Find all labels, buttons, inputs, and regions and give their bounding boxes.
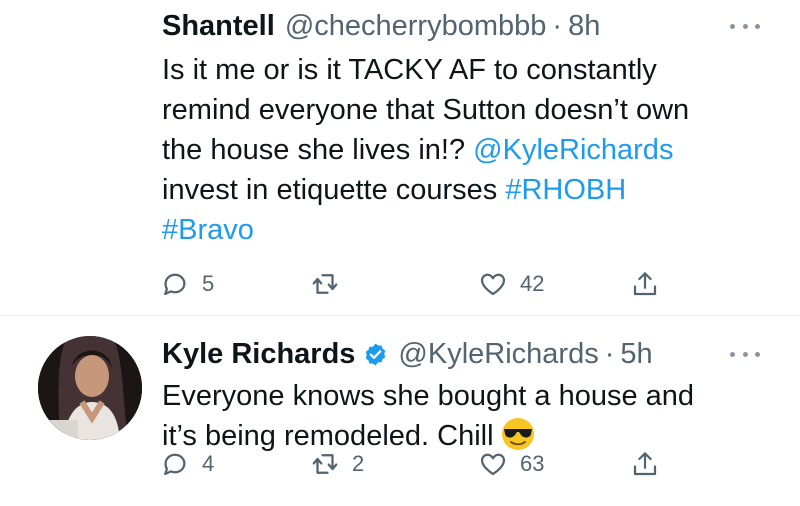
retweet-button[interactable] [310,266,352,302]
tweet-reply[interactable]: Kyle Richards @KyleRichards · 5h Everyon… [0,315,800,506]
author-handle[interactable]: @checherrybombbb [285,10,547,43]
reply-icon [164,273,186,296]
reply-button[interactable]: 4 [160,446,214,482]
action-bar: 4 2 63 [160,446,680,482]
share-button[interactable] [630,446,660,482]
more-dot [755,23,760,29]
hashtag-link[interactable]: #RHOBH [505,174,626,206]
avatar[interactable] [38,336,142,440]
author-name[interactable]: Shantell [162,10,275,43]
more-dot [730,23,735,29]
timestamp[interactable]: 8h [568,10,600,43]
separator-dot: · [604,337,615,370]
reply-icon [164,453,186,476]
more-icon[interactable] [730,16,760,36]
tweet-reply[interactable]: Shantell @checherrybombbb · 8h Is it me … [0,0,800,315]
timestamp[interactable]: 5h [620,338,652,371]
verified-badge-icon [366,343,386,365]
tweet-text-line: the house she lives in!? @KyleRichards [162,130,752,170]
tweet-text: Everyone knows she bought a house and it… [162,376,752,456]
like-count: 63 [520,451,545,476]
tweet-text-line: remind everyone that Sutton doesn’t own [162,94,690,126]
tweet-text: Is it me or is it TACKY AF to constantly… [162,50,752,250]
like-icon [480,453,506,476]
avatar-photo [38,336,142,440]
more-dot [730,351,735,357]
more-dot [742,23,748,29]
reply-count: 5 [202,271,215,296]
share-icon [633,452,657,476]
retweet-count: 2 [352,451,365,476]
more-dot [742,351,748,357]
tweet-text-line: #Bravo [162,210,752,250]
tweet-text-line: Is it me or is it TACKY AF to constantly [162,54,657,86]
tweet-text-segment: the house she lives in!? [162,134,474,166]
reply-count: 4 [202,451,215,476]
mention-link[interactable]: @KyleRichards [473,134,673,166]
retweet-icon [312,454,338,474]
like-icon [480,273,506,296]
author-handle[interactable]: @KyleRichards [398,338,598,371]
tweet-header: Shantell @checherrybombbb · 8h [162,4,600,48]
tweet-text-line: invest in etiquette courses #RHOBH [162,170,752,210]
like-button[interactable]: 42 [478,266,544,302]
tweet-header: Kyle Richards @KyleRichards · 5h [162,332,653,376]
retweet-button[interactable]: 2 [310,446,364,482]
like-button[interactable]: 63 [478,446,544,482]
separator-dot: · [552,9,563,42]
like-count: 42 [520,271,545,296]
reply-button[interactable]: 5 [160,266,214,302]
tweet-text-segment: invest in etiquette courses [162,174,506,206]
retweet-icon [312,274,338,294]
hashtag-link[interactable]: #Bravo [162,214,254,246]
author-name[interactable]: Kyle Richards [162,338,355,371]
share-icon [633,272,657,296]
more-icon[interactable] [730,344,760,364]
more-dot [755,351,760,357]
share-button[interactable] [630,266,660,302]
action-bar: 5 42 [160,266,680,302]
tweet-text-line: Everyone knows she bought a house and [162,380,695,412]
